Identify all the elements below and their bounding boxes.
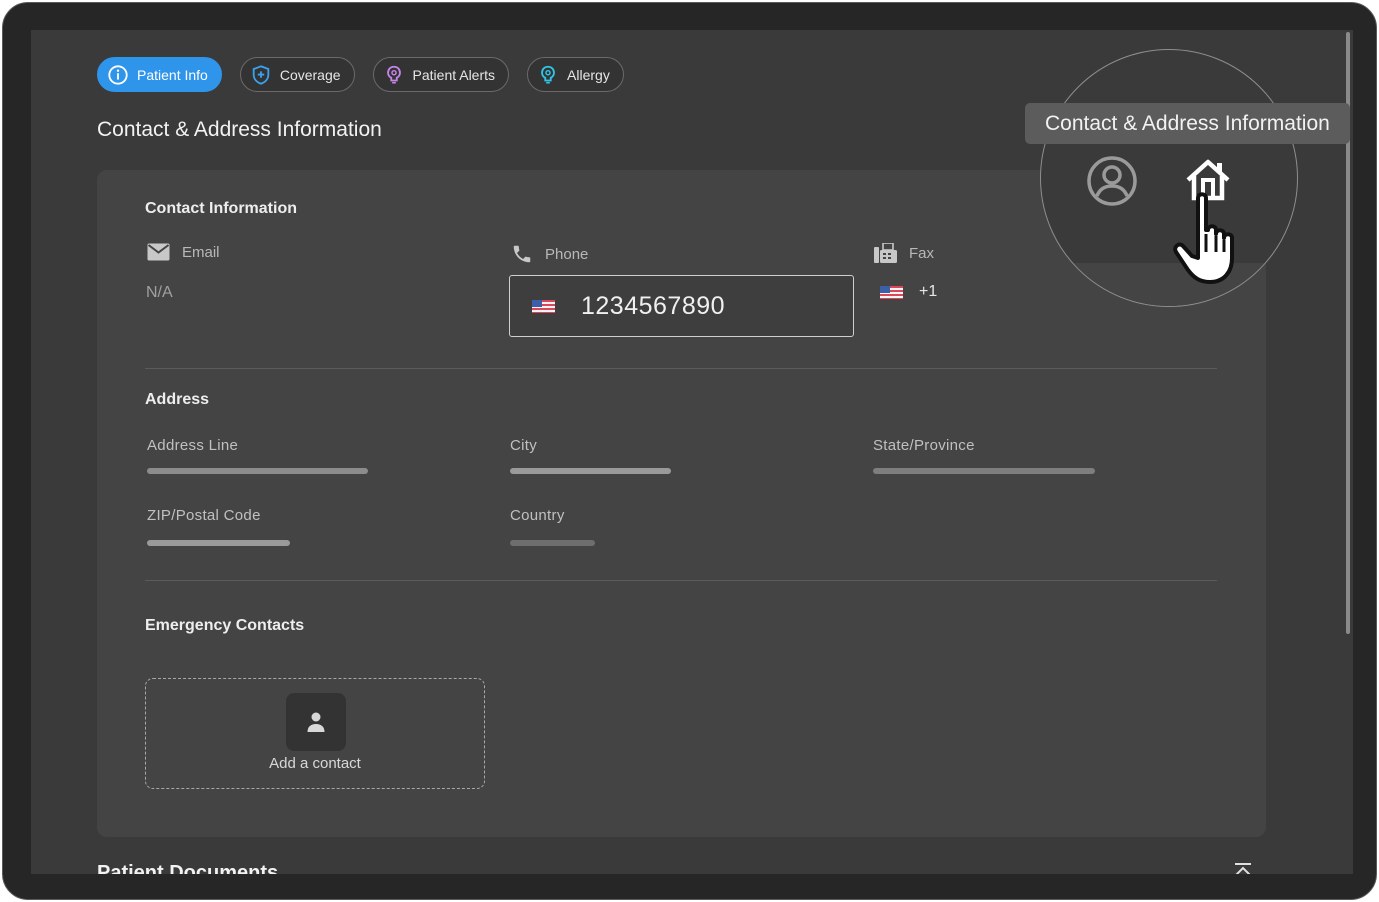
us-flag-icon (880, 285, 903, 299)
city-label: City (510, 437, 538, 454)
tab-label: Allergy (567, 66, 610, 83)
section-divider (145, 368, 1217, 369)
section-divider (145, 580, 1217, 581)
zip-postal-code-placeholder (147, 540, 290, 546)
email-value: N/A (146, 284, 173, 301)
country-placeholder (510, 540, 595, 546)
patient-documents-heading: Patient Documents (97, 862, 279, 874)
tooltip: Contact & Address Information (1025, 103, 1350, 144)
person-icon (286, 693, 346, 751)
tab-label: Coverage (279, 66, 341, 83)
contact-information-heading: Contact Information (145, 200, 297, 217)
fax-value: +1 (880, 283, 937, 301)
phone-label: Phone (545, 245, 589, 263)
mail-icon (147, 243, 170, 261)
page-title: Contact & Address Information (97, 118, 382, 141)
tab-coverage[interactable]: Coverage (239, 57, 355, 92)
alert-icon (383, 64, 405, 86)
fax-value-text: +1 (919, 283, 938, 300)
fax-label: Fax (909, 244, 935, 262)
zip-postal-code-label: ZIP/Postal Code (147, 507, 261, 524)
tab-allergy[interactable]: Allergy (527, 57, 624, 92)
scroll-to-top-icon[interactable] (1233, 863, 1253, 874)
fax-icon (874, 243, 897, 263)
shield-icon (250, 64, 272, 86)
emergency-contacts-heading: Emergency Contacts (145, 617, 305, 634)
hand-pointer-icon (1168, 190, 1258, 295)
user-circle-icon[interactable] (1086, 155, 1138, 212)
state-province-label: State/Province (873, 437, 975, 454)
tab-patient-alerts[interactable]: Patient Alerts (372, 57, 510, 92)
add-contact-button[interactable]: Add a contact (145, 678, 485, 789)
phone-input-value[interactable]: 1234567890 (581, 292, 725, 321)
info-icon (107, 64, 129, 86)
email-label: Email (182, 243, 220, 261)
phone-icon (511, 243, 533, 265)
phone-field-label: Phone (511, 243, 588, 265)
fax-field-label: Fax (874, 243, 934, 263)
email-field-label: Email (147, 243, 220, 261)
tab-patient-info[interactable]: Patient Info (97, 57, 222, 92)
country-label: Country (510, 507, 565, 524)
phone-input[interactable]: 1234567890 (509, 275, 854, 337)
city-placeholder (510, 468, 671, 474)
tab-bar: Patient Info Coverage Patient Alerts All… (97, 57, 624, 92)
us-flag-icon[interactable] (532, 299, 555, 313)
address-heading: Address (145, 391, 210, 408)
state-province-placeholder (873, 468, 1095, 474)
address-line-placeholder (147, 468, 368, 474)
add-contact-label: Add a contact (269, 755, 361, 772)
allergy-icon (537, 64, 559, 86)
tab-label: Patient Alerts (412, 66, 496, 83)
address-line-label: Address Line (147, 437, 239, 454)
tab-label: Patient Info (137, 66, 208, 83)
